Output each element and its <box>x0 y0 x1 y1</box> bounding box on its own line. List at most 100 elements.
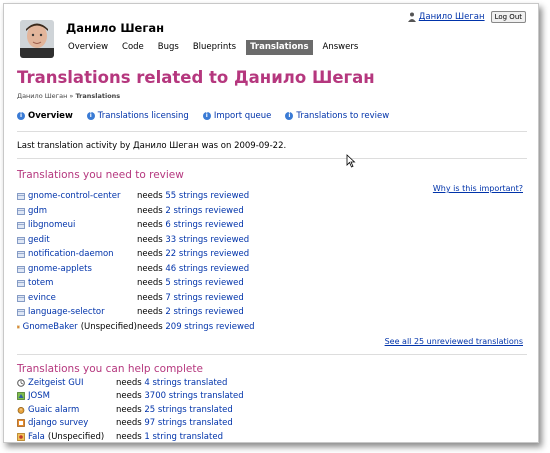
tab-translations[interactable]: Translations <box>246 40 313 55</box>
list-item: JOSM needs 3700 strings translated <box>17 390 244 404</box>
subnav-licensing[interactable]: i Translations licensing <box>86 111 189 121</box>
info-icon: i <box>17 112 25 120</box>
subnav-overview-label: Overview <box>28 111 73 121</box>
review-count-link[interactable]: 2 strings reviewed <box>165 206 243 216</box>
package-icon <box>17 294 25 302</box>
package-link[interactable]: gnome-control-center <box>28 191 120 201</box>
list-item: libgnomeui needs 6 strings reviewed <box>17 218 255 233</box>
series-label: (Unspecified) <box>47 431 105 442</box>
package-link[interactable]: gnome-applets <box>28 264 92 274</box>
subnav-overview[interactable]: i Overview <box>17 111 73 121</box>
tab-bugs[interactable]: Bugs <box>154 40 183 55</box>
package-link[interactable]: gedit <box>28 235 50 245</box>
project-link[interactable]: Zeitgeist GUI <box>28 378 84 388</box>
list-item: language-selector needs 2 strings review… <box>17 305 255 320</box>
project-link[interactable]: JOSM <box>28 391 50 401</box>
list-item: gnome-applets needs 46 strings reviewed <box>17 262 255 277</box>
package-icon <box>17 280 25 288</box>
list-item: gdm needs 2 strings reviewed <box>17 204 255 219</box>
subnav-import-queue[interactable]: i Import queue <box>202 111 272 121</box>
tab-blueprints[interactable]: Blueprints <box>189 40 240 55</box>
subnav-to-review[interactable]: i Translations to review <box>285 111 389 121</box>
needs-label: needs <box>116 391 142 402</box>
sub-navigation: i Overview i Translations licensing i Im… <box>17 111 389 121</box>
review-heading: Translations you need to review <box>17 169 184 181</box>
complete-heading: Translations you can help complete <box>17 363 203 375</box>
package-link[interactable]: gdm <box>28 206 47 216</box>
zeitgeist-icon <box>17 378 25 387</box>
translate-count-link[interactable]: 25 strings translated <box>144 405 232 415</box>
tab-answers[interactable]: Answers <box>319 40 363 55</box>
avatar <box>20 20 54 58</box>
mouse-cursor-icon <box>346 154 356 168</box>
breadcrumb-current: Translations <box>75 92 121 100</box>
package-icon <box>17 251 25 259</box>
translate-count-link[interactable]: 3700 strings translated <box>144 391 243 401</box>
review-count-link[interactable]: 209 strings reviewed <box>165 322 254 332</box>
list-item: gnome-control-center needs 55 strings re… <box>17 189 255 204</box>
package-link[interactable]: totem <box>28 278 53 288</box>
needs-label: needs <box>137 321 163 332</box>
breadcrumb: Данило Шеган » Translations <box>17 92 121 100</box>
translate-count-link[interactable]: 1 string translated <box>144 432 223 442</box>
review-count-link[interactable]: 2 strings reviewed <box>165 307 243 317</box>
list-item: notification-daemon needs 22 strings rev… <box>17 247 255 262</box>
tab-code[interactable]: Code <box>118 40 148 55</box>
divider <box>17 354 527 355</box>
package-icon <box>17 207 25 215</box>
needs-label: needs <box>137 278 163 289</box>
needs-label: needs <box>137 220 163 231</box>
person-photo-icon <box>20 20 54 58</box>
subnav-licensing-label: Translations licensing <box>97 111 189 121</box>
subnav-import-queue-label: Import queue <box>213 111 272 121</box>
needs-label: needs <box>116 377 142 388</box>
browser-page: Данило Шеган Overview Code Bugs Blueprin… <box>3 3 539 443</box>
josm-icon <box>17 392 25 401</box>
review-count-link[interactable]: 22 strings reviewed <box>165 249 249 259</box>
package-link[interactable]: evince <box>28 293 56 303</box>
project-link[interactable]: django survey <box>28 418 88 428</box>
needs-label: needs <box>137 234 163 245</box>
package-link[interactable]: language-selector <box>28 307 105 317</box>
review-count-link[interactable]: 7 strings reviewed <box>165 293 243 303</box>
logout-button[interactable]: Log Out <box>490 11 526 23</box>
needs-label: needs <box>116 431 142 442</box>
review-count-link[interactable]: 46 strings reviewed <box>165 264 249 274</box>
list-item: Guaic alarm needs 25 strings translated <box>17 403 244 417</box>
breadcrumb-person[interactable]: Данило Шеган <box>17 92 67 100</box>
needs-label: needs <box>137 249 163 260</box>
complete-list: Zeitgeist GUI needs 4 strings translated… <box>17 376 244 442</box>
review-count-link[interactable]: 5 strings reviewed <box>165 278 243 288</box>
needs-label: needs <box>116 404 142 415</box>
review-list: gnome-control-center needs 55 strings re… <box>17 189 255 334</box>
package-link[interactable]: libgnomeui <box>28 220 75 230</box>
user-area: Данило Шеган Log Out <box>407 11 526 23</box>
why-important-link[interactable]: Why is this important? <box>433 184 523 193</box>
divider <box>17 158 527 159</box>
list-item: gedit needs 33 strings reviewed <box>17 233 255 248</box>
tab-overview[interactable]: Overview <box>64 40 112 55</box>
series-label: (Unspecified) <box>80 321 137 332</box>
fala-icon <box>17 432 25 441</box>
review-count-link[interactable]: 55 strings reviewed <box>165 191 249 201</box>
main-nav: Overview Code Bugs Blueprints Translatio… <box>64 40 368 55</box>
list-item: Zeitgeist GUI needs 4 strings translated <box>17 376 244 390</box>
needs-label: needs <box>137 292 163 303</box>
see-all-unreviewed-link[interactable]: See all 25 unreviewed translations <box>385 337 523 346</box>
translate-count-link[interactable]: 4 strings translated <box>144 378 227 388</box>
list-item: django survey needs 97 strings translate… <box>17 417 244 431</box>
user-link[interactable]: Данило Шеган <box>419 12 485 22</box>
translate-count-link[interactable]: 97 strings translated <box>144 418 232 428</box>
info-icon: i <box>86 112 95 120</box>
review-count-link[interactable]: 33 strings reviewed <box>165 235 249 245</box>
person-icon <box>407 12 416 22</box>
package-link[interactable]: notification-daemon <box>28 249 114 259</box>
package-link[interactable]: GnomeBaker <box>23 322 78 332</box>
profile-name: Данило Шеган <box>66 21 165 35</box>
info-icon: i <box>285 112 294 120</box>
needs-label: needs <box>116 418 142 429</box>
info-icon: i <box>202 112 211 120</box>
project-link[interactable]: Guaic alarm <box>28 405 79 415</box>
project-link[interactable]: Fala <box>28 432 45 442</box>
review-count-link[interactable]: 6 strings reviewed <box>165 220 243 230</box>
